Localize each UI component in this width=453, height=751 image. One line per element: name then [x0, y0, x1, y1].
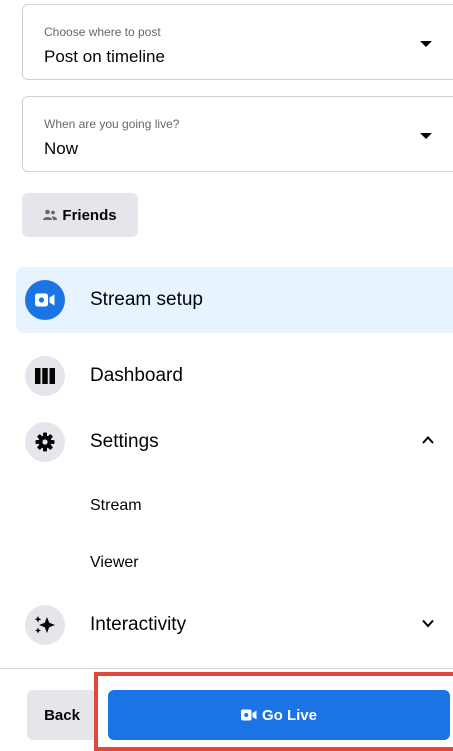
nav-item-stream-setup[interactable]: Stream setup: [16, 267, 453, 333]
dashboard-columns-icon: [25, 356, 65, 396]
chevron-up-icon[interactable]: [421, 433, 435, 447]
audience-button[interactable]: Friends: [22, 193, 138, 237]
video-camera-icon: [240, 709, 257, 721]
chevron-down-icon[interactable]: [421, 616, 435, 630]
video-camera-icon: [25, 280, 65, 320]
nav-item-settings[interactable]: Settings: [16, 409, 453, 475]
footer-divider: [0, 668, 453, 669]
nav-item-dashboard[interactable]: Dashboard: [16, 343, 453, 409]
nav-label-dashboard: Dashboard: [90, 365, 183, 386]
schedule-value: Now: [44, 139, 79, 158]
audience-label: Friends: [62, 206, 117, 224]
schedule-label: When are you going live?: [44, 117, 180, 131]
post-location-dropdown[interactable]: Choose where to post Post on timeline: [22, 4, 453, 80]
sparkle-icon: [25, 605, 65, 645]
post-location-label: Choose where to post: [44, 25, 161, 39]
post-location-value: Post on timeline: [44, 47, 165, 66]
settings-subitem-stream[interactable]: Stream: [90, 497, 142, 515]
go-live-button[interactable]: Go Live: [108, 690, 450, 740]
caret-down-icon: [420, 133, 432, 139]
schedule-dropdown[interactable]: When are you going live? Now: [22, 96, 453, 172]
caret-down-icon: [420, 41, 432, 47]
settings-subitem-viewer[interactable]: Viewer: [90, 554, 139, 572]
back-button[interactable]: Back: [27, 690, 97, 740]
nav-label-stream-setup: Stream setup: [90, 289, 203, 310]
nav-item-interactivity[interactable]: Interactivity: [16, 592, 453, 658]
go-live-label: Go Live: [261, 706, 317, 724]
back-button-label: Back: [44, 706, 80, 724]
nav-label-interactivity: Interactivity: [90, 614, 187, 635]
nav-label-settings: Settings: [90, 431, 159, 452]
gear-icon: [25, 422, 65, 462]
friends-icon: [43, 209, 58, 220]
